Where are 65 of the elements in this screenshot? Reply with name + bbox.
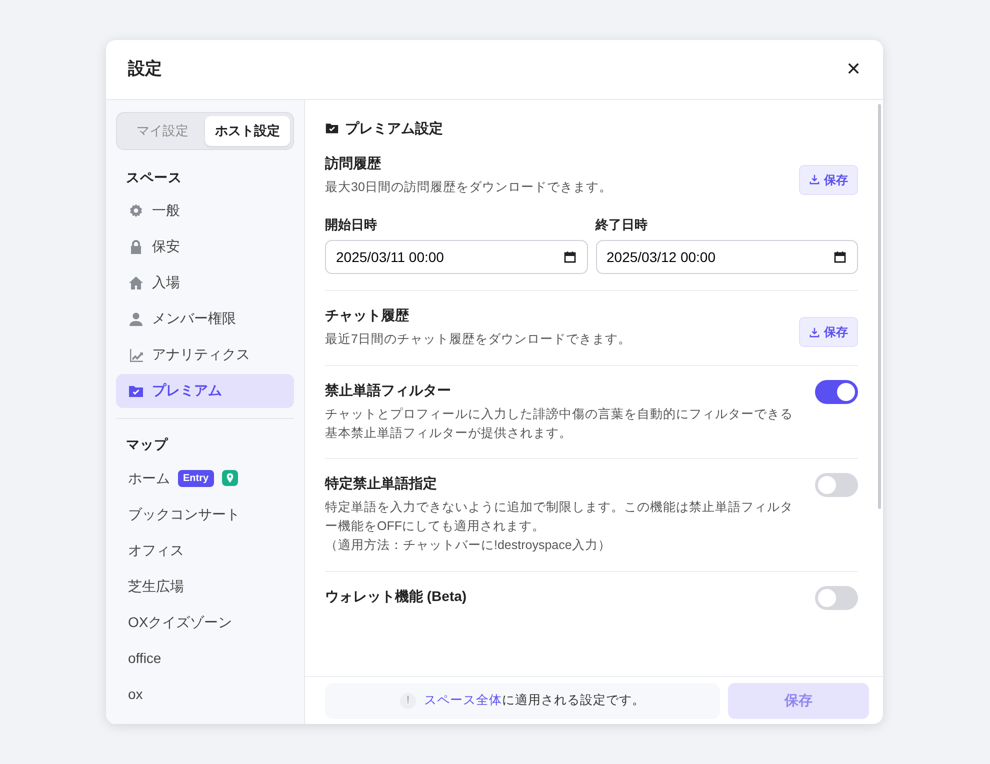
sidebar-item[interactable]: 一般 [116, 194, 294, 228]
sidebar-item[interactable]: 保安 [116, 230, 294, 264]
toggle-switch[interactable] [815, 586, 858, 610]
sidebar-item-label: オフィス [128, 540, 184, 560]
sidebar-item-label: ox [128, 684, 143, 704]
sidebar-item[interactable]: 入場 [116, 266, 294, 300]
sidebar-item[interactable]: プレミアム [116, 374, 294, 408]
setting-description: チャットとプロフィールに入力した誹謗中傷の言葉を自動的にフィルターできる基本禁止単語フィルターが提供されます。 [325, 406, 794, 442]
sidebar-item-label: メンバー権限 [152, 309, 236, 328]
section-heading: スペース [125, 168, 183, 186]
sidebar-item[interactable]: メンバー権限 [116, 302, 294, 336]
sidebar-item-label: 入場 [152, 273, 180, 292]
scope-link[interactable]: スペース全体 [424, 693, 502, 708]
sidebar-item[interactable]: 芝生広場 [116, 569, 294, 603]
tab[interactable]: ホスト設定 [205, 116, 290, 146]
download-button[interactable]: 保存 [799, 164, 858, 195]
download-button[interactable]: 保存 [799, 317, 858, 348]
gear-icon [128, 202, 144, 219]
calendar-icon[interactable] [834, 251, 846, 264]
lock-icon [128, 238, 144, 255]
house-icon [128, 274, 144, 291]
sidebar-item[interactable]: ブックコンサート [116, 497, 294, 531]
sidebar-item[interactable]: OXクイズゾーン [116, 605, 294, 639]
close-button[interactable]: ✕ [842, 56, 865, 83]
sidebar-item-label: ブックコンサート [128, 504, 240, 524]
sidebar-item[interactable]: アナリティクス [116, 338, 294, 372]
sidebar-item[interactable]: ホーム Entry [116, 461, 294, 495]
setting-note: （適用方法：チャットバーに!destroyspace入力） [325, 536, 612, 554]
toggle-switch[interactable] [815, 473, 858, 498]
field-label: 開始日時 [325, 216, 378, 234]
info-icon: ! [400, 692, 416, 708]
setting-description: 最近7日間のチャット履歴をダウンロードできます。 [325, 331, 632, 348]
setting-description: 特定単語を入力できないように追加で制限します。この機能は禁止単語フィルター機能をOFFにしても適用されます。 [325, 499, 794, 536]
setting-title: 禁止単語フィルター [325, 380, 452, 400]
sidebar-item[interactable]: ox [116, 677, 294, 711]
download-icon [809, 174, 820, 186]
sidebar-item-label: OXクイズゾーン [128, 612, 232, 632]
sidebar-item[interactable]: オフィス [116, 533, 294, 567]
sidebar-item-label: office [128, 648, 162, 668]
setting-title: 特定禁止単語指定 [325, 474, 438, 494]
notice-text: スペース全体に適用される設定です。 [424, 692, 645, 710]
sidebar-item-label: アナリティクス [152, 345, 250, 364]
section-title: プレミアム設定 [345, 120, 443, 137]
sidebar-item-label: 一般 [152, 201, 180, 220]
calendar-icon[interactable] [564, 251, 576, 264]
entry-badge: Entry [178, 470, 214, 486]
toggle-switch[interactable] [815, 380, 858, 404]
date-field[interactable]: 2025/03/11 00:00 [325, 240, 588, 274]
scrollbar[interactable] [878, 104, 881, 509]
download-icon [809, 326, 820, 338]
setting-title: チャット履歴 [325, 306, 410, 326]
dialog-title: 設定 [128, 59, 162, 80]
sidebar-item[interactable]: office [116, 641, 294, 675]
setting-title: 訪問履歴 [325, 154, 382, 173]
field-label: 終了日時 [596, 216, 648, 234]
setting-description: 最大30日間の訪問履歴をダウンロードできます。 [325, 178, 613, 196]
sidebar-item-label: 保安 [152, 237, 180, 256]
chart-icon [128, 346, 144, 363]
section-heading: マップ [125, 436, 170, 454]
sidebar-item-label: プレミアム [152, 381, 222, 400]
setting-title: ウォレット機能 (Beta) [325, 586, 468, 606]
sidebar-item-label: 芝生広場 [128, 576, 184, 596]
person-icon [128, 310, 144, 327]
sidebar-item-label: ホーム [128, 468, 170, 488]
date-field[interactable]: 2025/03/12 00:00 [596, 240, 858, 274]
